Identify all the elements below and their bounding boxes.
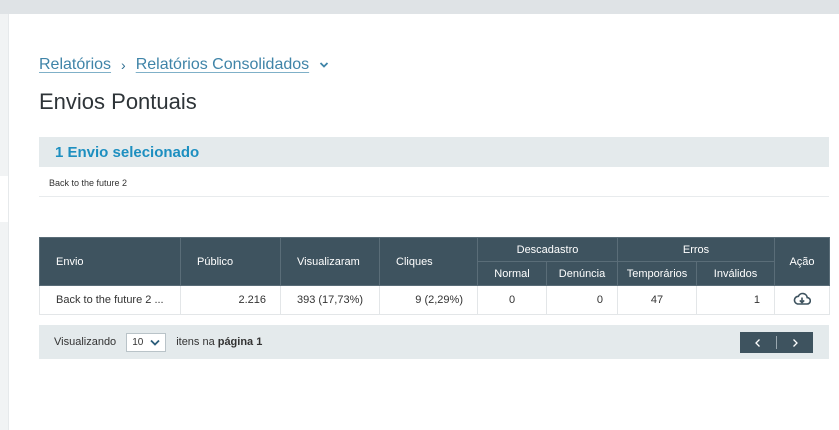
breadcrumb-item-relatorios[interactable]: Relatórios <box>39 56 111 74</box>
page-size-select[interactable]: 10 <box>126 332 167 352</box>
breadcrumb-item-relatorios-consolidados[interactable]: Relatórios Consolidados <box>136 56 309 74</box>
chevron-left-icon <box>755 338 760 347</box>
left-edge-panel <box>0 14 8 176</box>
divider <box>39 196 829 197</box>
breadcrumb-separator-icon: › <box>121 57 126 73</box>
pagination-bar: Visualizando 10 itens na página 1 <box>39 325 829 359</box>
cell-invalidos: 1 <box>696 285 776 315</box>
cell-normal: 0 <box>477 285 547 315</box>
page-title: Envios Pontuais <box>39 89 197 114</box>
column-header-visualizaram[interactable]: Visualizaram <box>280 237 380 286</box>
column-header-cliques[interactable]: Cliques <box>379 237 478 286</box>
cell-envio[interactable]: Back to the future 2 ... <box>39 285 181 315</box>
column-header-temporarios[interactable]: Temporários <box>617 261 698 286</box>
pager <box>740 332 813 353</box>
pagination-items-label: itens na <box>176 336 215 348</box>
selection-header: 1 Envio selecionado <box>39 137 829 167</box>
cell-temporarios: 47 <box>617 285 698 315</box>
column-header-denuncia[interactable]: Denúncia <box>545 261 619 286</box>
column-header-acao: Ação <box>774 237 831 286</box>
breadcrumb: Relatórios › Relatórios Consolidados <box>39 56 329 74</box>
envios-table: Envio Público Visualizaram Cliques Desca… <box>39 237 831 315</box>
next-page-button[interactable] <box>777 332 813 353</box>
top-bar <box>0 0 839 14</box>
cloud-download-icon[interactable] <box>793 292 812 306</box>
column-group-erros: Erros <box>617 237 776 262</box>
column-header-envio[interactable]: Envio <box>39 237 181 286</box>
left-edge-panel <box>0 222 8 430</box>
left-border <box>8 14 9 430</box>
pagination-label: Visualizando <box>54 336 117 348</box>
column-header-publico[interactable]: Público <box>180 237 281 286</box>
cell-denuncia: 0 <box>545 285 619 315</box>
chevron-down-icon[interactable] <box>319 60 329 70</box>
prev-page-button[interactable] <box>740 332 776 353</box>
cell-publico: 2.216 <box>180 285 281 315</box>
cell-cliques: 9 (2,29%) <box>379 285 478 315</box>
column-header-invalidos[interactable]: Inválidos <box>696 261 776 286</box>
cell-visualizaram: 393 (17,73%) <box>280 285 380 315</box>
column-header-normal[interactable]: Normal <box>477 261 547 286</box>
cell-acao <box>774 285 831 315</box>
page-size-value: 10 <box>132 336 144 348</box>
column-group-descadastro: Descadastro <box>476 237 619 262</box>
selection-count: 1 Envio selecionado <box>55 143 200 161</box>
chevron-down-icon <box>150 339 160 346</box>
chevron-right-icon <box>793 338 798 347</box>
selected-envio-item: Back to the future 2 <box>49 178 128 188</box>
current-page-label: página 1 <box>217 336 263 348</box>
table-row: Back to the future 2 ... 2.216 393 (17,7… <box>39 285 831 315</box>
